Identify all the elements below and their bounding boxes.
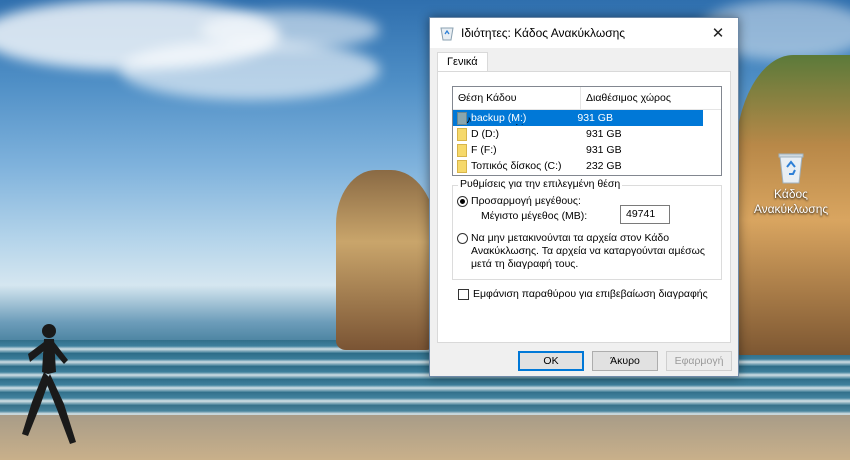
available-space: 931 GB — [586, 128, 622, 140]
list-item[interactable]: backup (M:) 931 GB — [453, 110, 703, 126]
group-title: Ρυθμίσεις για την επιλεγμένη θέση — [458, 178, 623, 190]
drive-name: D (D:) — [471, 128, 499, 140]
tab-panel-general: Θέση Κάδου Ανακύκλωσης Διαθέσιμος χώρος … — [437, 71, 731, 343]
drive-name: F (F:) — [471, 144, 497, 156]
column-header-location[interactable]: Θέση Κάδου Ανακύκλωσης — [453, 87, 581, 126]
recycle-bin-icon — [778, 153, 804, 184]
rock-formation-left — [336, 170, 436, 350]
list-header: Θέση Κάδου Ανακύκλωσης Διαθέσιμος χώρος — [453, 87, 721, 126]
drive-icon — [457, 127, 467, 141]
drive-icon — [457, 159, 467, 173]
close-button[interactable]: ✕ — [698, 18, 738, 48]
drive-name: Τοπικός δίσκος (C:) — [471, 160, 562, 172]
dialog-title: Ιδιότητες: Κάδος Ανακύκλωσης — [461, 26, 626, 40]
drive-icon — [457, 111, 467, 125]
title-bar[interactable]: Ιδιότητες: Κάδος Ανακύκλωσης ✕ — [430, 18, 738, 48]
list-item-name: Τοπικός δίσκος (C:) — [453, 159, 581, 173]
beach-sand — [0, 415, 850, 460]
list-item[interactable]: D (D:) 931 GB — [453, 126, 721, 142]
list-item[interactable]: Τοπικός δίσκος (C:) 232 GB — [453, 158, 721, 174]
column-header-space[interactable]: Διαθέσιμος χώρος — [581, 87, 721, 109]
drive-name: backup (M:) — [471, 112, 527, 124]
close-icon: ✕ — [711, 24, 725, 42]
no-move-label: Να μην μετακινούνται τα αρχεία στον Κάδο… — [471, 232, 705, 270]
no-move-radio-row[interactable]: Να μην μετακινούνται τα αρχεία στον Κάδο… — [457, 232, 715, 271]
list-item-name: F (F:) — [453, 143, 581, 157]
max-size-label: Μέγιστο μέγεθος (MB): — [481, 210, 588, 222]
available-space: 931 GB — [572, 112, 703, 124]
available-space: 931 GB — [586, 144, 622, 156]
recycle-bin-properties-dialog: Ιδιότητες: Κάδος Ανακύκλωσης ✕ Γενικά Θέ… — [429, 17, 739, 377]
recycle-bin-desktop-icon[interactable]: Κάδος Ανακύκλωσης — [752, 152, 830, 217]
runner-silhouette — [22, 324, 76, 444]
cloud — [120, 40, 380, 100]
confirm-delete-checkbox[interactable] — [458, 288, 469, 300]
ok-button[interactable]: OK — [518, 351, 584, 371]
selected-location-settings-group: Ρυθμίσεις για την επιλεγμένη θέση Προσαρ… — [452, 178, 722, 280]
cloud — [200, 10, 380, 50]
available-space: 232 GB — [586, 160, 622, 172]
max-size-input[interactable]: 49741 — [620, 205, 670, 224]
recycle-bin-icon — [440, 27, 454, 41]
drive-icon — [457, 143, 467, 157]
list-item[interactable]: F (F:) 931 GB — [453, 142, 721, 158]
confirm-delete-label: Εμφάνιση παραθύρου για επιβεβαίωση διαγρ… — [473, 288, 708, 300]
custom-size-label: Προσαρμογή μεγέθους: — [471, 195, 581, 207]
custom-size-radio-row[interactable]: Προσαρμογή μεγέθους: — [457, 195, 581, 208]
cancel-button[interactable]: Άκυρο — [592, 351, 658, 371]
tab-general[interactable]: Γενικά — [437, 52, 488, 73]
recycle-bin-label: Κάδος Ανακύκλωσης — [753, 187, 829, 216]
no-move-radio[interactable] — [457, 233, 468, 244]
custom-size-radio[interactable] — [457, 196, 468, 207]
list-item-name: backup (M:) — [453, 111, 572, 125]
apply-button[interactable]: Εφαρμογή — [666, 351, 732, 371]
recycle-bin-locations-list[interactable]: Θέση Κάδου Ανακύκλωσης Διαθέσιμος χώρος … — [452, 86, 722, 176]
list-item-name: D (D:) — [453, 127, 581, 141]
confirm-delete-row[interactable]: Εμφάνιση παραθύρου για επιβεβαίωση διαγρ… — [458, 288, 708, 300]
